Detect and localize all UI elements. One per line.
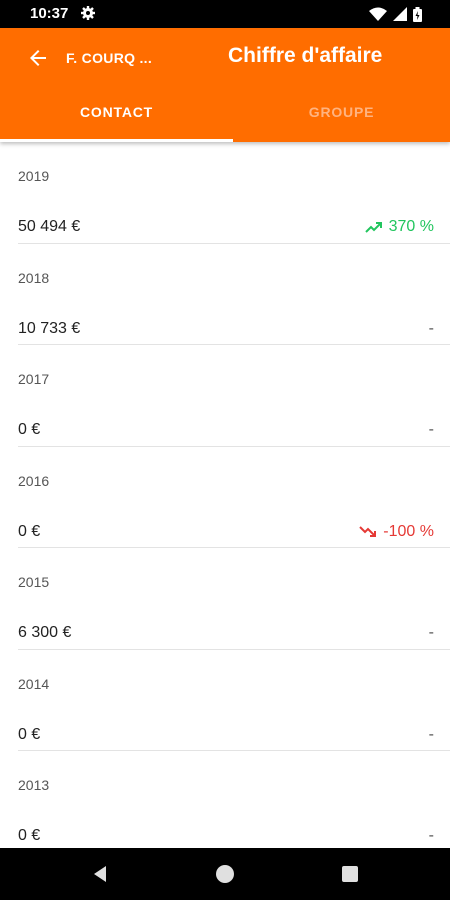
entry-trend: - <box>429 726 434 744</box>
trend-value: - <box>428 725 434 743</box>
trend-value: - <box>428 624 434 641</box>
tab-groupe[interactable]: GROUPE <box>229 104 450 120</box>
entry-amount: 0 € <box>18 421 41 438</box>
trending-up-icon <box>364 222 382 233</box>
entry-trend: - <box>429 827 434 845</box>
entry-year: 2015 <box>18 574 50 590</box>
app-bar: F. COURQ ... Chiffre d'affaire CONTACT G… <box>0 28 450 142</box>
entry-amount: 0 € <box>18 725 41 743</box>
entry-trend: -100 % <box>359 523 434 541</box>
list-item: 2014 0 € - <box>0 650 450 751</box>
entry-amount: 0 € <box>18 827 41 844</box>
entry-year: 2019 <box>18 168 50 184</box>
entry-trend: - <box>429 421 434 439</box>
list-item: 2018 10 733 € - <box>0 244 450 345</box>
entry-trend: 370 % <box>364 218 434 236</box>
trend-value: - <box>428 827 434 844</box>
contact-name: F. COURQ ... <box>66 50 153 66</box>
trend-value: -100 % <box>383 522 434 540</box>
back-arrow-icon[interactable] <box>26 46 50 70</box>
nav-home-icon[interactable] <box>216 865 234 883</box>
trend-value: - <box>428 421 434 438</box>
entry-amount: 50 494 € <box>18 218 81 235</box>
list-item: 2016 0 € -100 % <box>0 447 450 548</box>
trend-value: 370 % <box>388 218 434 235</box>
nav-back-icon[interactable] <box>90 864 110 884</box>
page-title: Chiffre d'affaire <box>228 44 383 67</box>
status-time: 10:37 <box>30 5 69 22</box>
entry-year: 2016 <box>18 472 50 489</box>
nav-recents-icon[interactable] <box>342 866 358 882</box>
cell-signal-icon <box>393 7 407 21</box>
entry-amount: 10 733 € <box>18 319 81 337</box>
entry-year: 2017 <box>18 371 50 387</box>
entry-trend: - <box>429 624 434 642</box>
wifi-icon <box>369 7 387 21</box>
entry-year: 2014 <box>18 675 50 692</box>
list-item: 2013 0 € - <box>0 751 450 848</box>
revenue-list[interactable]: 2019 50 494 € 370 % 2018 10 733 € - 2017… <box>0 142 450 848</box>
entry-year: 2018 <box>18 269 50 286</box>
tab-contact[interactable]: CONTACT <box>4 104 229 120</box>
entry-year: 2013 <box>18 777 50 793</box>
battery-icon <box>413 6 422 22</box>
system-nav-bar <box>0 848 450 900</box>
list-item: 2019 50 494 € 370 % <box>0 142 450 244</box>
status-bar: 10:37 <box>0 0 450 28</box>
entry-amount: 6 300 € <box>18 624 72 641</box>
list-item: 2017 0 € - <box>0 345 450 447</box>
entry-trend: - <box>429 320 434 338</box>
trend-value: - <box>428 319 434 337</box>
entry-amount: 0 € <box>18 522 41 540</box>
trending-down-icon <box>359 525 377 537</box>
list-item: 2015 6 300 € - <box>0 548 450 650</box>
settings-gear-icon <box>81 6 95 20</box>
